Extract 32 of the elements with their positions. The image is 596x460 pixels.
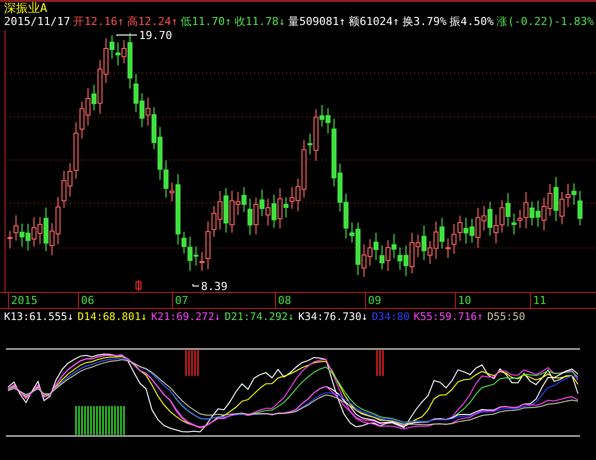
indicator-value: K21:69.272↓ — [151, 310, 221, 325]
axis-label: 2015 — [8, 293, 38, 308]
marker-icon — [136, 280, 142, 292]
indicator-value: D55:50 — [487, 310, 526, 325]
quote-value: 高12.24↑ — [126, 15, 178, 29]
quote-value: 低11.70↑ — [180, 15, 232, 29]
axis-label: 06 — [78, 293, 94, 308]
indicator-value: D14:68.801↓ — [78, 310, 148, 325]
axis-label: 08 — [275, 293, 292, 308]
quote-value: 量509081↑ — [288, 15, 346, 29]
leader-line — [192, 284, 200, 286]
stock-name: 深振业A — [4, 1, 48, 15]
axis-label: 07 — [172, 293, 188, 308]
lower-signal-bars-drawing — [75, 406, 125, 435]
quote-date: 2015/11/17 — [4, 15, 70, 29]
quote-value: 收11.78↓ — [234, 15, 286, 29]
indicator-value: K13:61.555↓ — [4, 310, 74, 325]
axis-label: 10 — [455, 293, 472, 308]
high-price-label: 19.70 — [139, 30, 172, 42]
quote-value: 振4.50% — [449, 15, 494, 29]
indicator-value: D21:74.292↓ — [224, 310, 294, 325]
indicator-value: D34:80 — [372, 310, 410, 325]
indicator-value: K34:76.730↓ — [298, 310, 368, 325]
indicator-value: K55:59.716↑ — [414, 310, 484, 325]
quote-value: 涨(-0.22)-1.83% — [496, 15, 594, 29]
low-price-label: 8.39 — [201, 280, 228, 292]
leader-line — [116, 34, 138, 36]
quote-value: 额61024↑ — [348, 15, 400, 29]
quote-value: 换3.79% — [402, 15, 446, 29]
quote-value: 开12.16↑ — [73, 15, 124, 29]
axis-label: 11 — [530, 293, 546, 308]
axis-label: 09 — [365, 293, 382, 308]
